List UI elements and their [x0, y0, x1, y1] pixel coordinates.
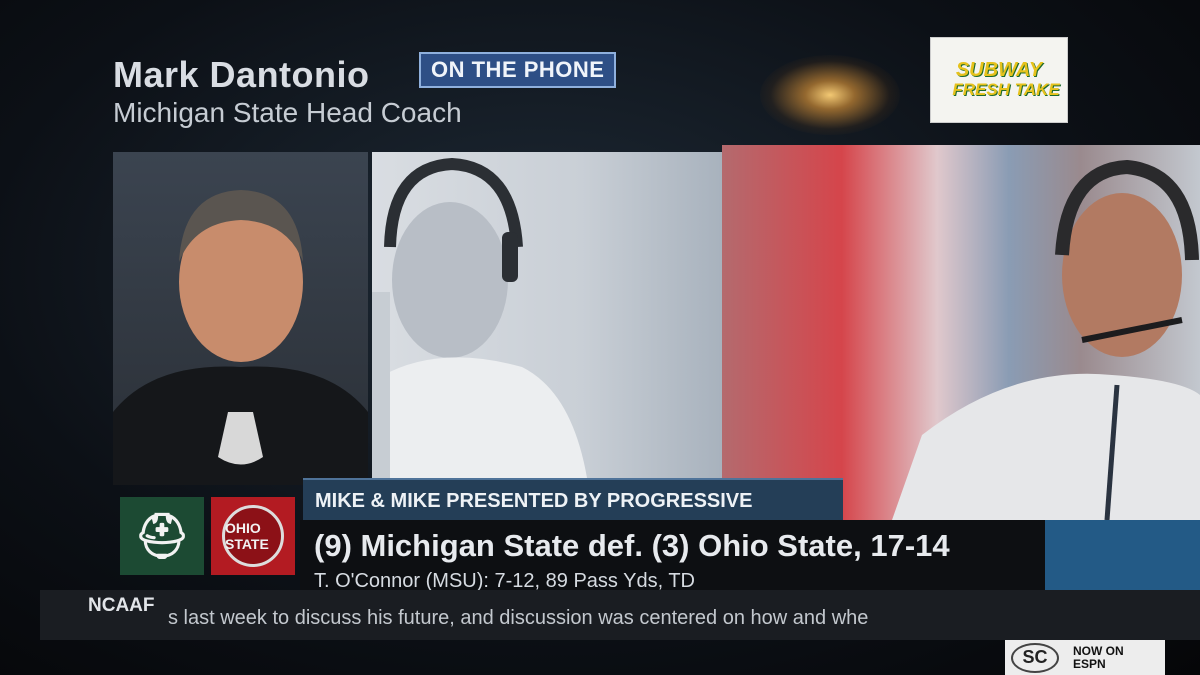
- sponsor-line-1: SUBWAY: [955, 59, 1043, 81]
- person-icon: [892, 159, 1200, 520]
- now-on-text: NOW ON: [1073, 643, 1124, 658]
- sideline-photo-bw: [372, 152, 722, 478]
- spartan-helmet-icon: ⛑: [134, 512, 190, 561]
- sponsor-line-2: FRESH TAKE: [952, 80, 1060, 99]
- now-on-espn: NOW ON ESPN: [1073, 643, 1124, 671]
- espn-text: ESPN: [1073, 656, 1106, 671]
- on-the-phone-badge: ON THE PHONE: [419, 52, 617, 88]
- sportscenter-logo: SC: [1011, 642, 1059, 673]
- ticker-text: s last week to discuss his future, and d…: [168, 607, 869, 629]
- guest-name: Mark Dantonio: [113, 54, 370, 95]
- osu-logo: OHIO STATE: [211, 497, 295, 575]
- msu-logo: ⛑: [120, 497, 204, 575]
- sideline-photo-color: [722, 145, 1200, 520]
- show-title-bar: MIKE & MIKE PRESENTED BY PROGRESSIVE: [303, 478, 843, 520]
- person-icon: [372, 157, 587, 478]
- sponsor-logo: SUBWAY FRESH TAKE: [930, 37, 1068, 123]
- guest-title: Michigan State Head Coach: [113, 97, 462, 128]
- ticker-label: NCAAF: [88, 595, 155, 616]
- person-icon: [113, 190, 368, 485]
- score-headline: (9) Michigan State def. (3) Ohio State, …: [314, 528, 950, 563]
- ohio-state-logo-text: OHIO STATE: [222, 505, 284, 567]
- network-bug: SC NOW ON ESPN: [1005, 640, 1165, 675]
- headshot-photo: [113, 152, 368, 485]
- light-glare: [760, 55, 900, 135]
